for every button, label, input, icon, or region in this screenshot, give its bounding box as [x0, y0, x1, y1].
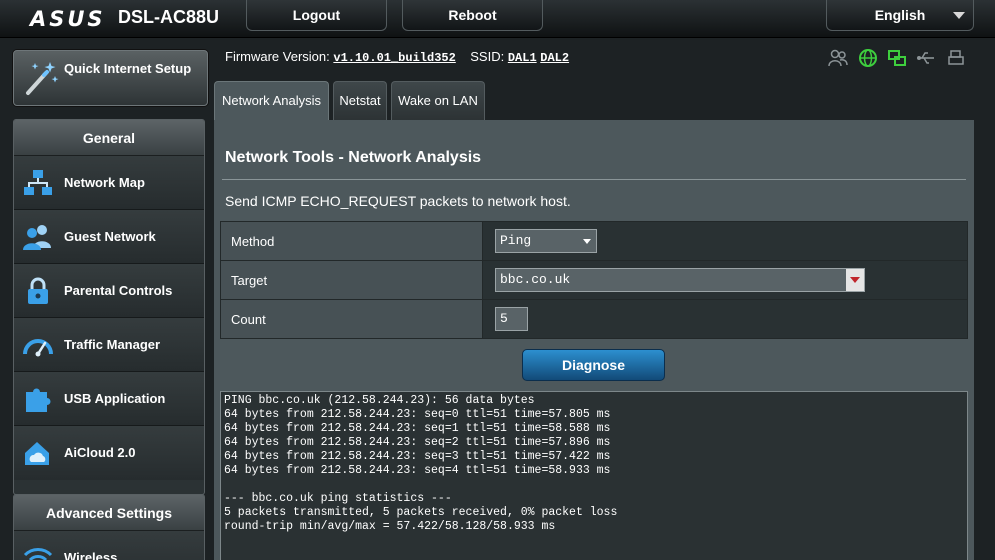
guest-network-icon: [23, 225, 51, 250]
puzzle-icon: [26, 388, 51, 412]
status-icons: [828, 48, 968, 68]
advanced-settings-heading: Advanced Settings: [14, 495, 204, 531]
tab-netstat[interactable]: Netstat: [333, 81, 387, 121]
users-icon[interactable]: [828, 48, 848, 68]
sidebar-item-parental-controls[interactable]: Parental Controls: [14, 264, 204, 318]
advanced-settings-nav: Advanced Settings Wireless: [13, 494, 205, 560]
count-label: Count: [220, 299, 483, 339]
chevron-down-icon: [583, 239, 591, 244]
page-title: Network Tools - Network Analysis: [225, 149, 482, 166]
target-value: bbc.co.uk: [500, 272, 571, 287]
target-input[interactable]: bbc.co.uk: [495, 268, 865, 292]
magic-wand-icon: [26, 62, 59, 95]
quick-internet-setup-button[interactable]: Quick Internet Setup: [13, 50, 208, 106]
sidebar-item-usb-application[interactable]: USB Application: [14, 372, 204, 426]
asus-logo: ASUS: [30, 7, 106, 31]
tab-network-analysis[interactable]: Network Analysis: [214, 81, 329, 121]
cloud-house-icon: [25, 442, 49, 465]
sidebar-item-traffic-manager[interactable]: Traffic Manager: [14, 318, 204, 372]
quick-setup-label: Quick Internet Setup: [64, 61, 192, 76]
method-value: Ping: [500, 233, 532, 248]
ssid-link-2[interactable]: DAL2: [540, 51, 569, 65]
language-label: English: [874, 7, 926, 23]
wifi-icon: [23, 548, 53, 560]
method-label: Method: [220, 221, 483, 261]
firmware-version-link[interactable]: v1.10.01_build352: [333, 51, 455, 65]
sidebar-item-wireless[interactable]: Wireless: [14, 531, 204, 560]
target-label: Target: [220, 260, 483, 300]
reboot-button[interactable]: Reboot: [402, 0, 543, 31]
lock-icon: [28, 277, 48, 304]
language-select[interactable]: English: [826, 0, 974, 31]
title-divider: [222, 179, 966, 180]
sidebar-item-label: USB Application: [64, 391, 166, 406]
sidebar-item-guest-network[interactable]: Guest Network: [14, 210, 204, 264]
count-input[interactable]: 5: [495, 307, 528, 331]
gauge-icon: [23, 339, 53, 357]
general-nav: General Network Map Guest Network Parent…: [13, 119, 205, 495]
sidebar-item-label: Parental Controls: [64, 283, 173, 298]
sidebar-item-network-map[interactable]: Network Map: [14, 156, 204, 210]
firmware-label: Firmware Version:: [225, 49, 330, 64]
chevron-down-icon: [953, 12, 965, 19]
model-name: DSL-AC88U: [118, 7, 220, 27]
printer-icon[interactable]: [946, 48, 966, 68]
globe-icon[interactable]: [858, 48, 878, 68]
network-icon[interactable]: [887, 48, 907, 68]
firmware-bar: Firmware Version: v1.10.01_build352 SSID…: [225, 49, 569, 65]
ssid-link-1[interactable]: DAL1: [508, 51, 537, 65]
sidebar-item-label: AiCloud 2.0: [64, 445, 136, 460]
page-description: Send ICMP ECHO_REQUEST packets to networ…: [225, 193, 571, 209]
sidebar-item-aicloud[interactable]: AiCloud 2.0: [14, 426, 204, 480]
usb-icon[interactable]: [916, 48, 936, 68]
sidebar-item-label: Network Map: [64, 175, 145, 190]
diagnose-button[interactable]: Diagnose: [522, 349, 665, 381]
ssid-label: SSID:: [470, 49, 505, 64]
top-bar: ASUS DSL-AC88U Logout Reboot English: [0, 0, 995, 38]
sidebar-item-label: Wireless: [64, 550, 118, 560]
diagnostic-form: Method Ping Target bbc.co.uk Count 5: [220, 221, 968, 339]
target-history-dropdown-icon[interactable]: [846, 269, 864, 291]
sidebar-item-label: Guest Network: [64, 229, 156, 244]
general-heading: General: [14, 120, 204, 156]
network-map-icon: [24, 170, 52, 195]
logout-button[interactable]: Logout: [246, 0, 387, 31]
method-select[interactable]: Ping: [495, 229, 597, 253]
tab-wake-on-lan[interactable]: Wake on LAN: [391, 81, 485, 121]
sidebar-item-label: Traffic Manager: [64, 337, 161, 352]
ping-output-textarea[interactable]: PING bbc.co.uk (212.58.244.23): 56 data …: [220, 391, 968, 560]
